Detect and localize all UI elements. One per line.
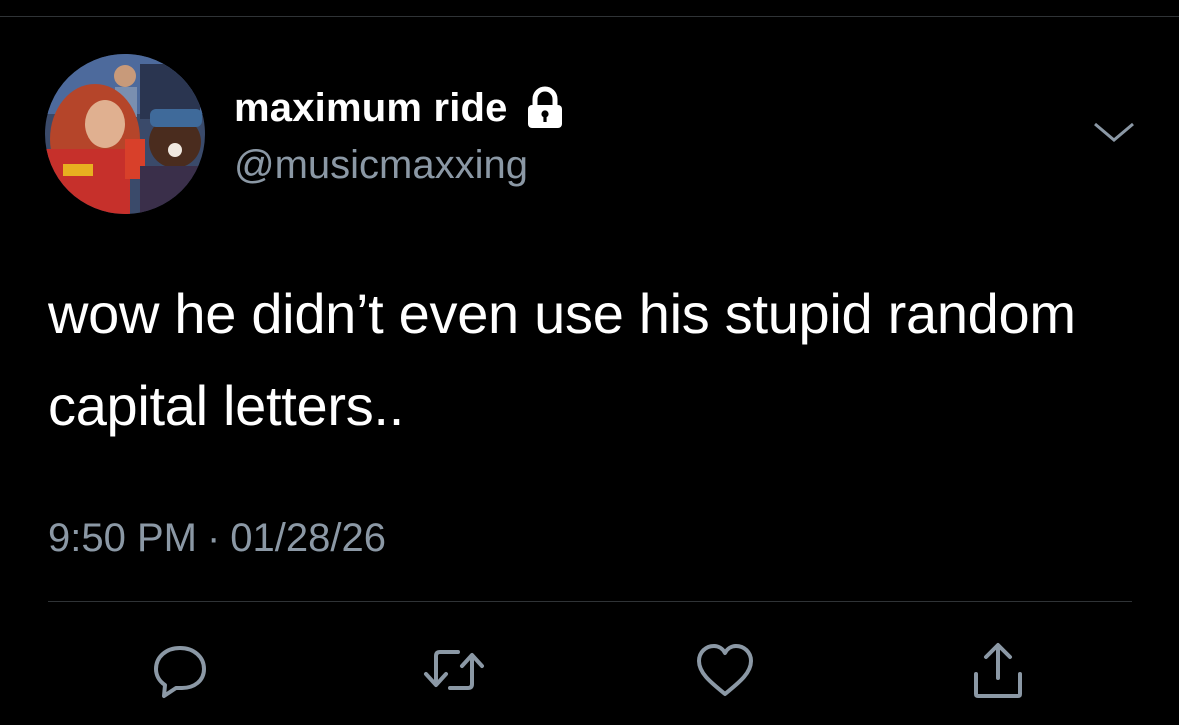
top-divider xyxy=(0,16,1179,17)
display-name[interactable]: maximum ride xyxy=(234,80,508,136)
avatar-image xyxy=(45,54,205,214)
reply-icon xyxy=(154,646,206,698)
display-name-row: maximum ride xyxy=(234,80,566,136)
retweet-icon xyxy=(424,650,484,690)
reply-button[interactable] xyxy=(148,638,212,702)
avatar[interactable] xyxy=(45,54,205,214)
share-button[interactable] xyxy=(966,638,1030,702)
retweet-button[interactable] xyxy=(422,638,486,702)
tweet-time: 9:50 PM xyxy=(48,516,197,560)
like-button[interactable] xyxy=(693,638,757,702)
heart-icon xyxy=(697,644,753,696)
meta-separator: · xyxy=(206,516,221,560)
tweet-date[interactable]: 01/28/26 xyxy=(230,516,386,560)
tweet-meta: 9:50 PM · 01/28/26 xyxy=(48,512,386,564)
actions-divider xyxy=(48,601,1132,602)
share-icon xyxy=(974,643,1022,698)
chevron-down-icon[interactable] xyxy=(1092,118,1136,146)
tweet-text: wow he didn’t even use his stupid random… xyxy=(48,282,1076,437)
lock-icon xyxy=(527,86,562,128)
user-handle[interactable]: @musicmaxxing xyxy=(234,140,528,190)
